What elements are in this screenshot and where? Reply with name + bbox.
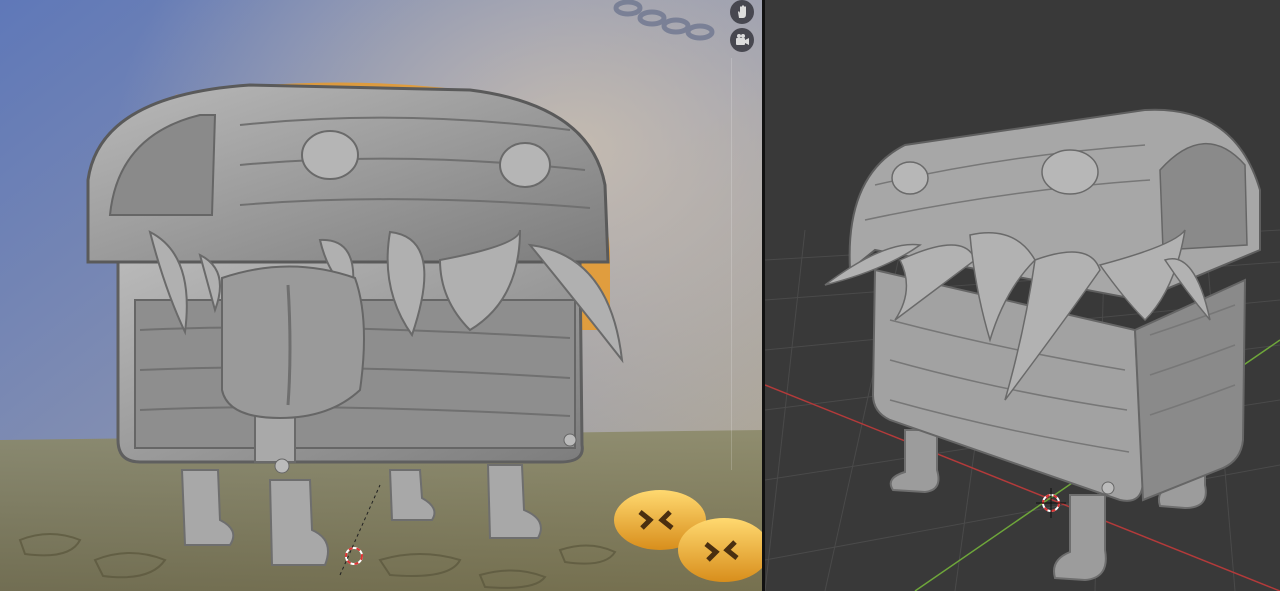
blender-app xyxy=(0,0,1280,591)
solid-scene xyxy=(765,0,1280,591)
rendered-viewport[interactable] xyxy=(0,0,762,591)
solid-viewport[interactable] xyxy=(765,0,1280,591)
hand-icon[interactable] xyxy=(730,0,754,24)
viewport-guide-line xyxy=(731,58,732,470)
navigation-gizmo xyxy=(728,0,756,52)
camera-icon[interactable] xyxy=(730,28,754,52)
rendered-scene xyxy=(0,0,762,591)
